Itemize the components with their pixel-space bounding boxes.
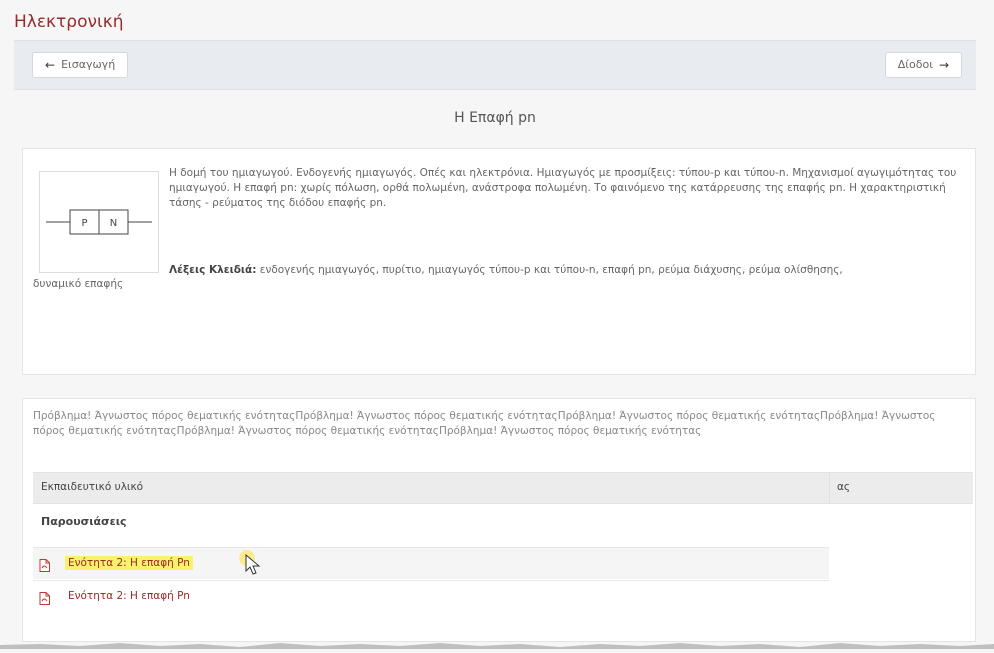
- previous-unit-label: Εισαγωγή: [61, 58, 116, 71]
- table-row[interactable]: Ενότητα 2: Η επαφή Pn: [33, 547, 829, 579]
- pdf-icon: [39, 557, 50, 576]
- next-unit-label: Δίοδοι: [897, 58, 933, 71]
- previous-unit-button[interactable]: ← Εισαγωγή: [32, 52, 129, 78]
- diagram-p-label: P: [81, 218, 87, 229]
- mouse-cursor-icon: [245, 553, 261, 580]
- presentations-section-title: Παρουσιάσεις: [41, 515, 127, 528]
- next-unit-button[interactable]: Δίοδοι →: [884, 52, 962, 78]
- unit-description-panel: P N Η δομή του ημιαγωγού. Ενδογενής ημια…: [22, 148, 976, 375]
- unit-keywords: Λέξεις Κλειδιά: ενδογενής ημιαγωγός, πυρ…: [169, 263, 969, 278]
- table-header-name: Εκπαιδευτικό υλικό: [41, 481, 144, 493]
- table-header-col2: ας: [837, 481, 851, 493]
- arrow-right-icon: →: [938, 58, 949, 72]
- keywords-tail: δυναμικό επαφής: [33, 278, 124, 290]
- materials-panel: Πρόβλημα! Άγνωστος πόρος θεματικής ενότη…: [22, 398, 976, 642]
- presentation-link[interactable]: Ενότητα 2: Η επαφή Pn: [65, 589, 193, 603]
- unit-navbar: ← Εισαγωγή Δίοδοι →: [14, 40, 976, 90]
- arrow-left-icon: ←: [45, 58, 56, 72]
- keywords-list: ενδογενής ημιαγωγός, πυρίτιο, ημιαγωγός …: [259, 264, 843, 276]
- diagram-n-label: N: [110, 218, 117, 229]
- unit-description: Η δομή του ημιαγωγού. Ενδογενής ημιαγωγό…: [169, 167, 957, 209]
- pn-junction-diagram: P N: [39, 171, 159, 273]
- resource-error-text: Πρόβλημα! Άγνωστος πόρος θεματικής ενότη…: [33, 410, 936, 437]
- materials-table-header: Εκπαιδευτικό υλικό ας: [33, 472, 973, 504]
- table-row[interactable]: Ενότητα 2: Η επαφή Pn: [33, 580, 829, 612]
- table-header-divider: [829, 473, 830, 503]
- presentation-link[interactable]: Ενότητα 2: Η επαφή Pn: [65, 556, 193, 570]
- pdf-icon: [39, 590, 50, 609]
- keywords-label: Λέξεις Κλειδιά:: [169, 264, 257, 276]
- unit-title: Η Επαφή pn: [454, 110, 536, 126]
- torn-edge: [0, 634, 994, 649]
- page-title: Ηλεκτρονική: [14, 12, 124, 32]
